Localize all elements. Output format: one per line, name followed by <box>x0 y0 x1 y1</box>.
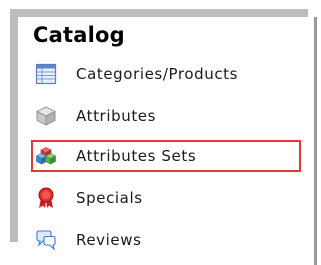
menu-item-reviews[interactable]: Reviews <box>33 226 303 254</box>
menu-item-label: Attributes Sets <box>76 147 197 165</box>
catalog-box-title: Catalog <box>33 23 125 47</box>
specials-ribbon-icon <box>35 187 57 209</box>
catalog-box-right-edge <box>314 17 317 265</box>
categories-table-icon <box>35 63 57 85</box>
menu-item-label: Attributes <box>76 107 157 125</box>
attribute-sets-cubes-icon <box>35 145 57 167</box>
menu-item-label: Categories/Products <box>76 65 239 83</box>
menu-item-label: Specials <box>76 189 143 207</box>
menu-item-categories-products[interactable]: Categories/Products <box>33 60 303 88</box>
menu-item-attributes-sets[interactable]: Attributes Sets <box>31 140 301 172</box>
menu-item-attributes[interactable]: Attributes <box>33 102 303 130</box>
reviews-speech-bubble-icon <box>35 229 57 251</box>
attributes-cube-icon <box>35 105 57 127</box>
menu-item-specials[interactable]: Specials <box>33 184 303 212</box>
menu-item-label: Reviews <box>76 231 142 249</box>
